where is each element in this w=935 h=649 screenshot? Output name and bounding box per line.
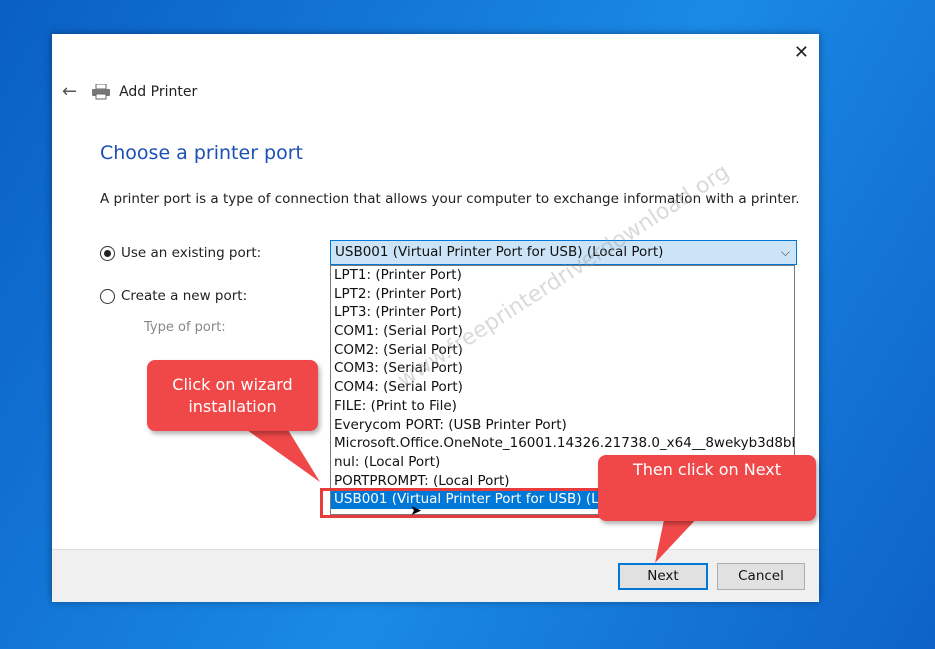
right-callout-tail [655,515,700,563]
left-callout: Click on wizard installation [147,360,318,431]
left-callout-tail [240,425,320,482]
callout-tails [240,425,700,563]
right-callout: Then click on Next [598,455,816,521]
right-callout-text: Then click on Next [632,460,782,479]
